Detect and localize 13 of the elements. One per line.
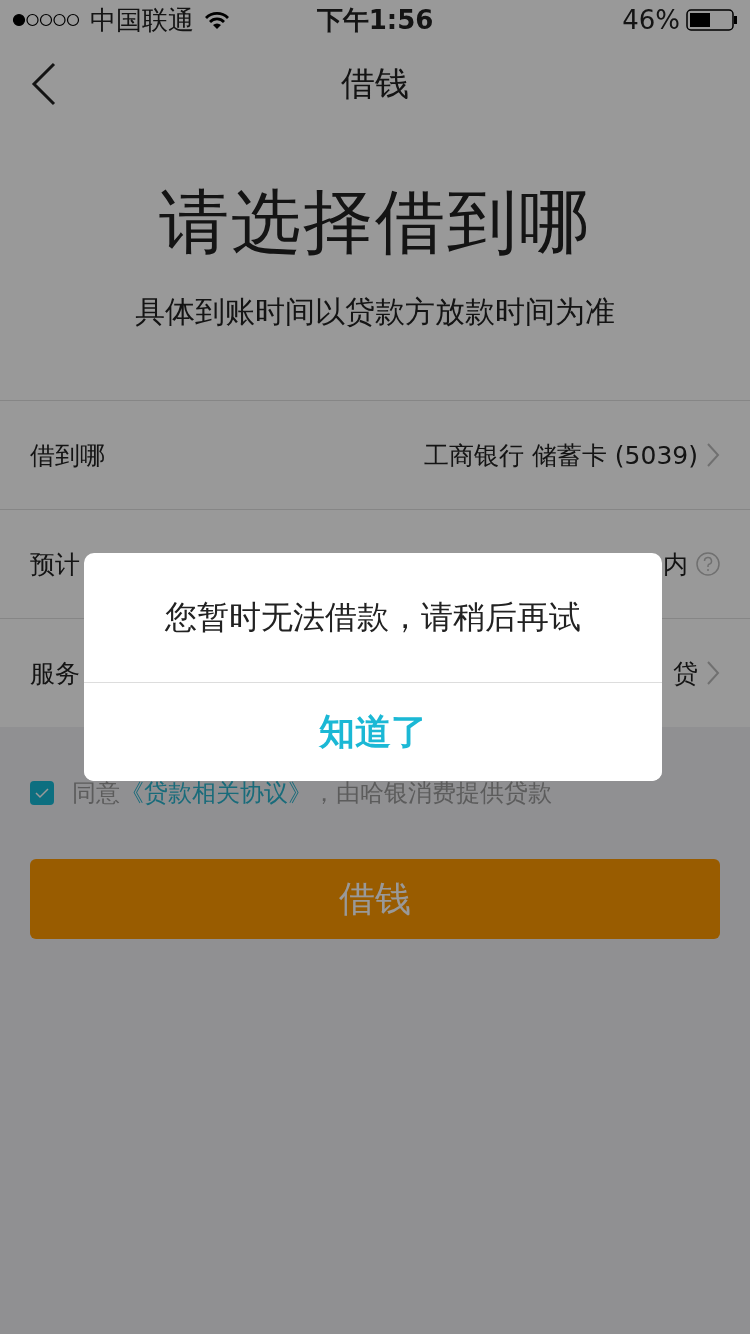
battery-percent: 46% — [622, 5, 680, 35]
dialog-message: 您暂时无法借款，请稍后再试 — [165, 596, 581, 638]
row-value: 工商银行 储蓄卡 (5039) — [423, 439, 698, 472]
row-label: 借到哪 — [30, 439, 106, 472]
page-title: 借钱 — [341, 62, 409, 105]
heading: 请选择借到哪 — [159, 180, 591, 265]
row-value: 内 — [663, 548, 688, 581]
subheading: 具体到账时间以贷款方放款时间为准 — [135, 293, 615, 331]
carrier-name: 中国联通 — [90, 3, 194, 37]
row-label: 预计 — [30, 548, 81, 581]
row-value: 贷 — [673, 657, 698, 690]
clock-time: 下午1:56 — [316, 4, 434, 35]
row-label: 服务 — [30, 657, 81, 690]
